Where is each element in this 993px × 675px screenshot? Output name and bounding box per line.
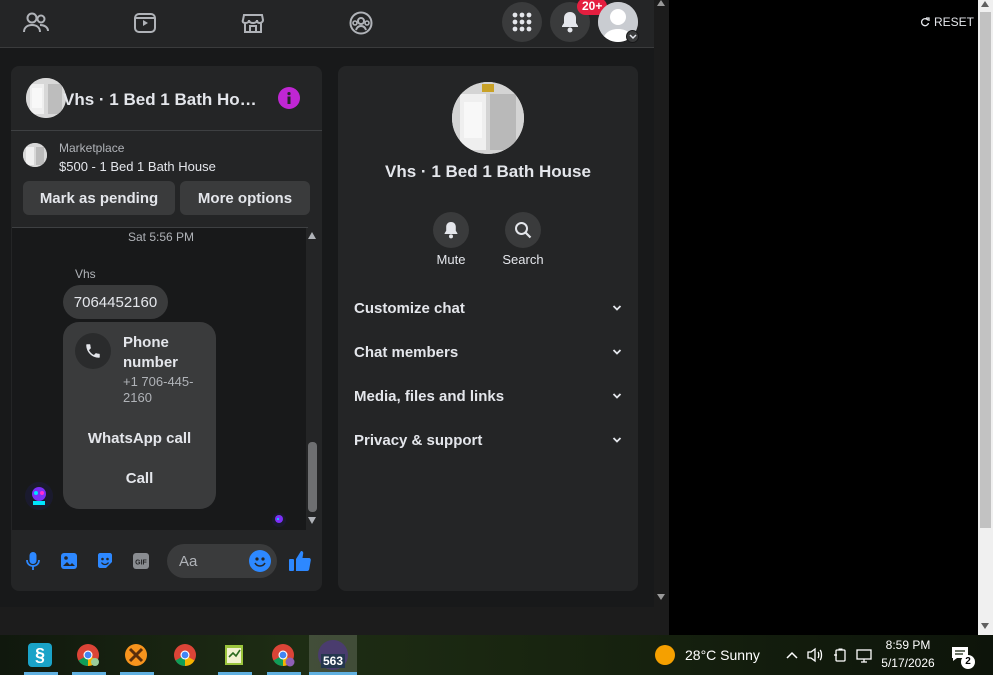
side-blank-area	[669, 0, 978, 635]
reset-button[interactable]: RESET	[920, 15, 974, 29]
browser-scroll-thumb[interactable]	[980, 12, 991, 528]
photo-icon[interactable]	[59, 550, 79, 572]
bell-icon	[562, 12, 578, 33]
menu-grid-button[interactable]	[502, 2, 542, 42]
taskbar-app-badge-icon[interactable]: 563	[318, 640, 348, 670]
scroll-down-arrow[interactable]	[308, 517, 316, 524]
xampp-icon[interactable]	[121, 638, 151, 672]
phone-icon	[75, 333, 111, 369]
page-scrollbar[interactable]	[654, 0, 669, 607]
search-icon	[515, 222, 532, 239]
gif-icon[interactable]: GIF	[131, 550, 151, 572]
network-icon[interactable]	[855, 646, 873, 664]
notification-count: 2	[961, 655, 975, 669]
chrome-icon[interactable]	[170, 638, 200, 672]
browser-scroll-up-arrow[interactable]	[981, 1, 989, 7]
customize-chat-row[interactable]: Customize chat	[354, 293, 622, 323]
chat-title[interactable]: Vhs · 1 Bed 1 Bath Hou···	[63, 90, 263, 110]
mark-as-pending-button[interactable]: Mark as pending	[23, 181, 175, 215]
taskbar-app-s-icon[interactable]: §	[25, 638, 55, 672]
phone-card-title: Phone number	[123, 334, 179, 371]
volume-icon[interactable]	[806, 646, 824, 664]
page-scroll-up-arrow[interactable]	[657, 0, 665, 6]
chevron-down-icon	[612, 349, 622, 355]
reset-label: RESET	[934, 15, 975, 29]
sender-avatar[interactable]	[25, 482, 53, 510]
listing-name[interactable]: $500 - 1 Bed 1 Bath House	[59, 159, 216, 174]
sun-weather-icon[interactable]	[655, 645, 675, 665]
sender-name: Vhs	[75, 267, 96, 281]
more-options-button[interactable]: More options	[180, 181, 310, 215]
notepad-icon[interactable]	[219, 638, 249, 672]
friends-icon[interactable]	[19, 8, 53, 38]
whatsapp-call-button[interactable]: WhatsApp call	[79, 422, 200, 454]
battery-icon[interactable]	[832, 646, 850, 664]
section-label: Privacy & support	[354, 431, 483, 449]
mute-bell-icon	[444, 222, 458, 239]
section-label: Media, files and links	[354, 387, 505, 405]
refresh-icon	[920, 17, 930, 27]
section-label: Chat members	[354, 343, 459, 361]
media-files-links-row[interactable]: Media, files and links	[354, 381, 622, 411]
listing-thumbnail[interactable]	[23, 143, 47, 167]
message-input-placeholder: Aa	[179, 553, 198, 570]
message-divider	[12, 227, 308, 228]
chat-avatar[interactable]	[26, 78, 66, 118]
emoji-icon[interactable]	[249, 550, 271, 572]
browser-scroll-down-arrow[interactable]	[981, 623, 989, 629]
privacy-support-row[interactable]: Privacy & support	[354, 425, 622, 455]
message-bubble[interactable]: 7064452160	[63, 285, 168, 319]
message-timestamp: Sat 5:56 PM	[128, 230, 195, 244]
seen-avatar	[272, 513, 286, 527]
search-button[interactable]	[505, 212, 541, 248]
marketplace-icon[interactable]	[236, 8, 270, 38]
svg-text:GIF: GIF	[135, 560, 147, 567]
microphone-icon[interactable]	[23, 550, 43, 572]
account-chevron-icon[interactable]	[626, 30, 639, 43]
clock-date[interactable]: 5/17/2026	[880, 656, 936, 670]
mute-label[interactable]: Mute	[420, 252, 482, 267]
section-label: Customize chat	[354, 299, 465, 317]
app-badge-count: 563	[320, 654, 346, 668]
mute-button[interactable]	[433, 212, 469, 248]
header-divider	[11, 130, 322, 131]
phone-card-number: +1 706-445-2160	[123, 374, 194, 405]
search-label[interactable]: Search	[492, 252, 554, 267]
listing-source: Marketplace	[59, 141, 125, 155]
chevron-down-icon	[612, 393, 622, 399]
watch-icon[interactable]	[128, 8, 162, 38]
window-bottom-strip	[0, 607, 669, 635]
chevron-down-icon	[612, 305, 622, 311]
chevron-down-icon	[612, 437, 622, 443]
groups-icon[interactable]	[344, 8, 378, 38]
grid-icon	[512, 12, 532, 32]
sticker-icon[interactable]	[95, 550, 115, 572]
clock-time[interactable]: 8:59 PM	[880, 638, 936, 652]
details-avatar[interactable]	[452, 82, 524, 154]
chrome-profile-r-icon[interactable]	[268, 638, 298, 672]
page-scroll-down-arrow[interactable]	[657, 594, 665, 600]
details-name: Vhs · 1 Bed 1 Bath House	[385, 162, 591, 181]
weather-text[interactable]: 28°C Sunny	[685, 647, 760, 663]
call-button[interactable]: Call	[79, 462, 200, 494]
chrome-profile-icon[interactable]	[73, 638, 103, 672]
chat-members-row[interactable]: Chat members	[354, 337, 622, 367]
chevron-up-icon[interactable]	[785, 648, 799, 662]
scroll-up-arrow[interactable]	[308, 232, 316, 239]
thumbs-up-icon[interactable]	[288, 549, 312, 573]
info-icon[interactable]	[278, 87, 300, 109]
scroll-thumb[interactable]	[308, 442, 317, 512]
